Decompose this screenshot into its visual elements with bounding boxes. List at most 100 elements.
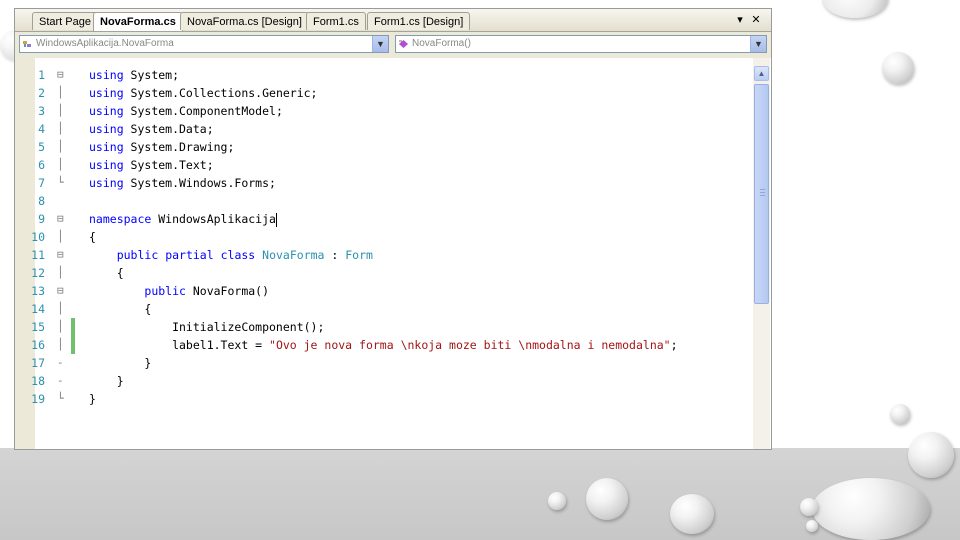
water-drop: [800, 498, 818, 516]
code-line[interactable]: using System.ComponentModel;: [89, 102, 283, 120]
line-number: 17: [31, 356, 45, 370]
tab-form1-cs[interactable]: Form1.cs: [306, 12, 366, 30]
member-dropdown[interactable]: NovaForma() ▼: [395, 35, 767, 53]
line-number: 11: [31, 248, 45, 262]
code-line[interactable]: InitializeComponent();: [89, 318, 324, 336]
line-number: 18: [31, 374, 45, 388]
outline-guide: -: [57, 374, 64, 387]
class-icon: [23, 41, 31, 47]
line-number: 1: [38, 68, 45, 82]
keyword-token: using: [89, 122, 124, 136]
outline-guide: │: [57, 104, 64, 117]
line-number: 9: [38, 212, 45, 226]
outline-guide: └: [57, 392, 64, 405]
outline-guide: └: [57, 176, 64, 189]
code-line[interactable]: }: [89, 372, 124, 390]
keyword-token: using: [89, 104, 124, 118]
keyword-token: using: [89, 140, 124, 154]
code-line[interactable]: }: [89, 390, 96, 408]
code-token: }: [89, 374, 124, 388]
class-dropdown[interactable]: WindowsAplikacija.NovaForma ▼: [19, 35, 389, 53]
code-token: WindowsAplikacija: [151, 212, 276, 226]
outline-guide: │: [57, 338, 64, 351]
type-token: Form: [345, 248, 373, 262]
code-token: System.Data;: [123, 122, 214, 136]
navigation-bar: WindowsAplikacija.NovaForma ▼ NovaForma(…: [15, 32, 771, 56]
line-number: 15: [31, 320, 45, 334]
keyword-token: partial: [165, 248, 214, 262]
keyword-token: public: [144, 284, 186, 298]
outline-guide: │: [57, 140, 64, 153]
code-token: System.Windows.Forms;: [123, 176, 276, 190]
code-token: label1.Text =: [89, 338, 270, 352]
code-line[interactable]: namespace WindowsAplikacija: [89, 210, 277, 228]
code-token: }: [89, 392, 96, 406]
water-drop: [548, 492, 566, 510]
keyword-token: using: [89, 86, 124, 100]
line-number: 2: [38, 86, 45, 100]
line-number-gutter: 1 ⊟ 2 │ 3 │ 4 │ 5 │ 6 │ 7 └ 8 9 ⊟ 10 │ 11 ⊟ 12 │ 13 ⊟ 14 │ 15 │ 16 │ 17…: [31, 58, 75, 449]
collapse-outline-icon[interactable]: ⊟: [57, 282, 64, 300]
code-line[interactable]: {: [89, 300, 151, 318]
tab-start-page[interactable]: Start Page: [32, 12, 98, 30]
code-line[interactable]: using System.Drawing;: [89, 138, 234, 156]
tab-list-dropdown-icon[interactable]: ▾: [733, 12, 747, 28]
line-number: 6: [38, 158, 45, 172]
code-line[interactable]: }: [89, 354, 151, 372]
water-drop: [812, 478, 930, 540]
code-line[interactable]: using System.Collections.Generic;: [89, 84, 318, 102]
water-drop: [908, 432, 954, 478]
collapse-outline-icon[interactable]: ⊟: [57, 246, 64, 264]
code-line[interactable]: {: [89, 228, 96, 246]
water-drop: [882, 52, 914, 84]
code-line[interactable]: using System.Data;: [89, 120, 214, 138]
tab-novaforma-design[interactable]: NovaForma.cs [Design]: [180, 12, 309, 30]
tab-novaforma-cs[interactable]: NovaForma.cs: [93, 12, 183, 31]
code-token: System.Collections.Generic;: [123, 86, 318, 100]
code-token: }: [89, 356, 152, 370]
keyword-token: public: [116, 248, 159, 262]
water-drop: [806, 520, 818, 532]
code-line[interactable]: public partial class NovaForma : Form: [89, 246, 373, 264]
vertical-scrollbar[interactable]: ▲: [753, 58, 770, 449]
outline-guide: │: [57, 230, 64, 243]
scroll-up-arrow-icon[interactable]: ▲: [754, 66, 769, 81]
code-token: {: [89, 302, 152, 316]
line-number: 8: [38, 194, 45, 208]
outline-guide: │: [57, 320, 64, 333]
string-token: "Ovo je nova forma \nkoja moze biti \nmo…: [269, 338, 671, 352]
keyword-token: using: [89, 68, 124, 82]
code-token: NovaForma(): [185, 284, 270, 298]
code-token: {: [89, 230, 96, 244]
tab-form1-design[interactable]: Form1.cs [Design]: [367, 12, 471, 30]
outline-guide: │: [57, 86, 64, 99]
outline-guide: │: [57, 302, 64, 315]
chevron-down-icon[interactable]: ▼: [750, 36, 766, 52]
chevron-down-icon[interactable]: ▼: [372, 36, 388, 52]
code-line[interactable]: using System.Windows.Forms;: [89, 174, 276, 192]
close-tab-icon[interactable]: ✕: [749, 12, 763, 28]
class-dropdown-value: WindowsAplikacija.NovaForma: [36, 38, 174, 49]
collapse-outline-icon[interactable]: ⊟: [57, 210, 64, 228]
outline-guide: -: [57, 356, 64, 369]
line-number: 13: [31, 284, 45, 298]
code-line[interactable]: using System;: [89, 66, 179, 84]
code-line[interactable]: {: [89, 264, 124, 282]
line-number: 5: [38, 140, 45, 154]
scrollbar-thumb[interactable]: [754, 84, 769, 304]
code-editor-window: Start Page NovaForma.cs NovaForma.cs [De…: [14, 8, 772, 450]
keyword-token: class: [220, 248, 256, 262]
code-token: System.Text;: [123, 158, 214, 172]
code-text-area[interactable]: using System; using System.Collections.Ge…: [75, 58, 750, 449]
line-number: 10: [31, 230, 45, 244]
line-number: 19: [31, 392, 45, 406]
code-line[interactable]: label1.Text = "Ovo je nova forma \nkoja …: [89, 336, 677, 354]
code-token: System.Drawing;: [123, 140, 235, 154]
code-line[interactable]: public NovaForma(): [89, 282, 269, 300]
code-line[interactable]: using System.Text;: [89, 156, 214, 174]
collapse-outline-icon[interactable]: ⊟: [57, 66, 64, 84]
water-drop: [890, 404, 910, 424]
code-editor[interactable]: 1 ⊟ 2 │ 3 │ 4 │ 5 │ 6 │ 7 └ 8 9 ⊟ 10 │ 11 ⊟ 12 │ 13 ⊟ 14 │ 15 │ 16 │ 17…: [15, 58, 771, 449]
